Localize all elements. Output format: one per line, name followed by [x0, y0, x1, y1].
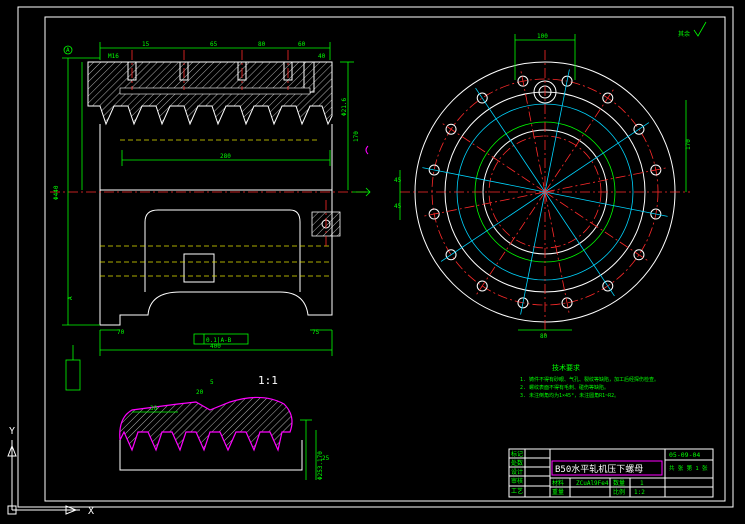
detail-thread-hatch: [119, 396, 293, 452]
dim-top-3: 80: [258, 41, 266, 48]
ucs-icon: Y X: [7, 426, 94, 517]
dim-75: 75: [312, 329, 320, 336]
tb-label-4: 审核: [511, 477, 523, 485]
tech-note-3: 3. 未注倒角均为1×45°，未注圆角R1~R2。: [520, 392, 619, 399]
dim-top-1: 15: [142, 41, 150, 48]
face-view: 100 80 170 45 45 其余: [394, 21, 707, 340]
svg-text:A: A: [67, 296, 74, 300]
count-label: 数量: [613, 479, 625, 487]
roughness-note: 其余: [678, 30, 690, 38]
weight-label: 重量: [552, 488, 564, 496]
ucs-y-label: Y: [9, 426, 15, 437]
detail-dim-5: 5: [210, 379, 214, 386]
detail-dim-diameter: Φ253.170: [317, 451, 324, 480]
radial-line: [440, 191, 546, 262]
detail-dim-20: 20: [196, 389, 204, 396]
drawing-number: 05-09-04: [669, 451, 700, 459]
dim-top-2: 65: [210, 41, 218, 48]
tech-note-2: 2. 螺纹表面不得有毛刺、碰伤等缺陷。: [520, 384, 609, 391]
count-value: 1: [640, 480, 644, 487]
thread-detail-view: 1:1 30 5 20 25 Φ253.170: [119, 374, 330, 480]
tb-label-5: 工艺: [511, 487, 523, 495]
dim-top-4: 60: [298, 41, 306, 48]
dim-70: 70: [117, 329, 125, 336]
drawing-title: B50水平轧机压下螺母: [555, 463, 643, 475]
tb-label-1: 标记: [511, 450, 523, 458]
sheet-count: 共 张 第 1 张: [669, 464, 708, 472]
detail-scale: 1:1: [258, 374, 278, 387]
svg-text:170: 170: [685, 139, 692, 150]
left-callout-box: [65, 359, 81, 391]
tech-heading: 技术要求: [552, 363, 580, 372]
dim-diameter: Φ440: [53, 185, 60, 200]
tb-label-2: 处数: [511, 459, 523, 467]
dim-hole: Φ21.6: [341, 98, 348, 116]
scale-label: 比例: [613, 488, 625, 496]
dim-top-5: 40: [318, 53, 326, 60]
dim-170: 170: [353, 131, 360, 142]
scale-value: 1:2: [634, 489, 645, 496]
radial-line: [544, 122, 650, 193]
radial-line: [544, 191, 615, 297]
material-label: 材料: [552, 479, 564, 487]
dim-45-a: 45: [394, 177, 402, 184]
radial-line: [475, 87, 546, 193]
ucs-x-label: X: [88, 506, 94, 517]
detail-dim-30: 30: [150, 405, 158, 412]
tech-note-1: 1. 铸件不得有砂眼、气孔、裂纹等缺陷，加工后经探伤检查。: [520, 376, 659, 383]
datum-A-label: A: [66, 47, 70, 54]
title-block: B50水平轧机压下螺母 05-09-04 共 张 第 1 张 材料 ZCuAl9…: [508, 448, 714, 498]
tolerance-text: 0.1|A-B: [206, 337, 232, 344]
drawing-canvas[interactable]: 15 65 80 60 40 M16 280 70 75 400 0.1|A-B…: [0, 0, 745, 520]
dim-bolt-spacing: 100: [537, 33, 548, 40]
cad-drawing: 15 65 80 60 40 M16 280 70 75 400 0.1|A-B…: [7, 6, 734, 517]
key-slot: [183, 253, 215, 283]
dim-280: 280: [220, 153, 231, 160]
material-value: ZCuAl9Fe4: [576, 480, 609, 487]
tb-label-3: 设计: [511, 468, 523, 476]
section-view: 15 65 80 60 40 M16 280 70 75 400 0.1|A-B…: [50, 41, 371, 391]
svg-text:45: 45: [394, 203, 402, 210]
dim-top-m16: M16: [108, 53, 119, 60]
dim-80: 80: [540, 333, 548, 340]
tech-requirements: 技术要求 1. 铸件不得有砂眼、气孔、裂纹等缺陷，加工后经探伤检查。 2. 螺纹…: [520, 363, 659, 399]
